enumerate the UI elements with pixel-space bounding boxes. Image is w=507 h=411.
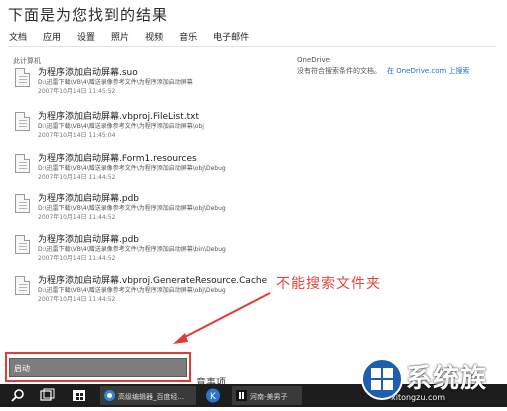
tab-apps[interactable]: 应用 (43, 30, 61, 43)
result-item[interactable]: 为程序添加启动屏幕.suo D:\迅雷下载\VB\4\赠送录像参考文件\为程序添… (13, 65, 293, 105)
tab-photos[interactable]: 照片 (111, 30, 129, 43)
k-app-icon[interactable]: K (203, 384, 223, 407)
annotation-text: 不能搜索文件夹 (276, 276, 381, 292)
onedrive-message: 没有符合搜索条件的文档。 (297, 67, 381, 75)
document-icon (15, 154, 30, 173)
header-divider (8, 46, 496, 47)
tab-videos[interactable]: 视频 (145, 30, 163, 43)
search-highlight-frame: 启动 (5, 352, 191, 382)
result-date: 2007年10月14日 11:44:52 (38, 296, 116, 303)
document-icon (15, 276, 30, 295)
document-icon (15, 235, 30, 254)
onedrive-panel: OneDrive 没有符合搜索条件的文档。在 OneDrive.com 上搜索 (297, 55, 470, 77)
result-date: 2007年10月14日 11:45:04 (38, 132, 116, 139)
search-input[interactable]: 启动 (9, 358, 187, 377)
watermark: 系统族 xitongzu.com (356, 352, 506, 407)
task-view-icon[interactable] (36, 384, 58, 407)
result-path: D:\迅雷下载\VB\4\赠送录像参考文件\为程序添加启动屏幕\bin\Debu… (38, 246, 226, 253)
result-date: 2007年10月14日 11:44:52 (38, 214, 116, 221)
result-date: 2007年10月14日 11:45:52 (38, 88, 116, 95)
result-path: D:\迅雷下载\VB\4\赠送录像参考文件\为程序添加启动屏幕\obj\Debu… (38, 165, 226, 172)
result-date: 2007年10月14日 11:44:52 (38, 174, 116, 181)
document-icon (15, 68, 30, 87)
result-path: D:\迅雷下载\VB\4\赠送录像参考文件\为程序添加启动屏幕\obj (38, 123, 204, 130)
tab-settings[interactable]: 设置 (77, 30, 95, 43)
search-icon[interactable] (7, 384, 29, 407)
watermark-text: 系统族 (406, 364, 488, 394)
tab-music[interactable]: 音乐 (179, 30, 197, 43)
result-path: D:\迅雷下载\VB\4\赠送录像参考文件\为程序添加启动屏幕 (38, 79, 193, 86)
result-item[interactable]: 为程序添加启动屏幕.pdb D:\迅雷下载\VB\4\赠送录像参考文件\为程序添… (13, 191, 293, 231)
filter-tabs: 文档 应用 设置 照片 视频 音乐 电子邮件 (9, 30, 265, 43)
onedrive-search-link[interactable]: 在 OneDrive.com 上搜索 (387, 67, 470, 75)
result-item[interactable]: 为程序添加启动屏幕.Form1.resources D:\迅雷下载\VB\4\赠… (13, 151, 293, 191)
document-icon (15, 194, 30, 213)
result-item[interactable]: 为程序添加启动屏幕.vbproj.FileList.txt D:\迅雷下载\VB… (13, 109, 293, 149)
result-path: D:\迅雷下载\VB\4\赠送录像参考文件\为程序添加启动屏幕\obj\Debu… (38, 287, 226, 294)
taskbar-browser-window[interactable]: 高级编辑器_百度经... (100, 386, 196, 405)
result-path: D:\迅雷下载\VB\4\赠送录像参考文件\为程序添加启动屏幕\obj\Debu… (38, 205, 226, 212)
store-icon[interactable] (68, 384, 90, 407)
onedrive-heading: OneDrive (297, 56, 330, 64)
result-item[interactable]: 为程序添加启动屏幕.pdb D:\迅雷下载\VB\4\赠送录像参考文件\为程序添… (13, 232, 293, 272)
tab-email[interactable]: 电子邮件 (213, 30, 249, 43)
document-icon (15, 112, 30, 131)
taskbar-media-window[interactable]: 河南-美男子 (232, 386, 302, 405)
taskbar-item-label: 高级编辑器_百度经... (118, 393, 185, 401)
tab-documents[interactable]: 文档 (9, 30, 27, 43)
page-title: 下面是为您找到的结果 (8, 6, 169, 24)
media-app-icon (236, 390, 247, 401)
result-date: 2007年10月14日 11:44:52 (38, 255, 116, 262)
result-item[interactable]: 为程序添加启动屏幕.vbproj.GenerateResource.Cache … (13, 273, 313, 313)
taskbar-item-label: 河南-美男子 (250, 393, 288, 401)
watermark-url: xitongzu.com (391, 393, 446, 402)
browser-icon (104, 390, 115, 401)
